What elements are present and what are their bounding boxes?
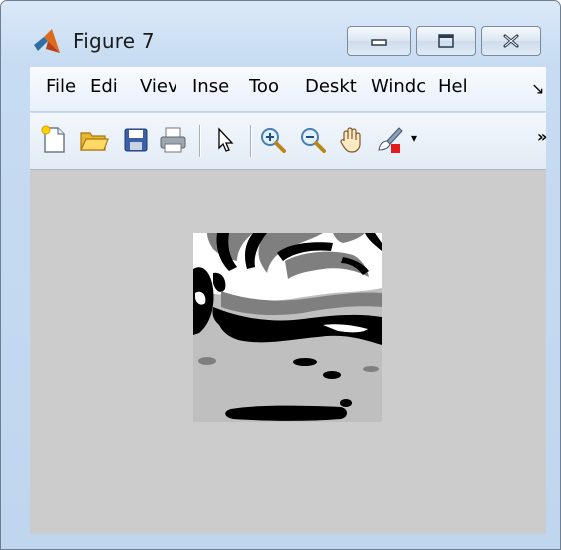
toolbar-separator <box>250 125 252 157</box>
close-icon <box>503 34 519 48</box>
maximize-icon <box>438 34 454 48</box>
menu-overflow-icon[interactable]: ↘ <box>531 79 544 98</box>
new-figure-icon[interactable] <box>39 125 69 155</box>
close-button[interactable] <box>481 26 541 56</box>
print-icon[interactable] <box>158 125 188 155</box>
open-file-icon[interactable] <box>79 125 109 155</box>
data-brushing-icon[interactable] <box>375 125 405 155</box>
toolbar-overflow-icon[interactable]: » <box>537 127 547 146</box>
pan-hand-icon[interactable] <box>336 125 366 155</box>
matlab-logo-icon <box>34 29 60 53</box>
window-title: Figure 7 <box>73 29 155 53</box>
menu-file[interactable]: File <box>46 76 76 97</box>
menu-insert[interactable]: Inse <box>192 76 233 97</box>
save-icon[interactable] <box>121 125 151 155</box>
figure-window: Figure 7 File Edi Viev Inse Too Deskt Wi… <box>0 0 561 550</box>
menu-bar: File Edi Viev Inse Too Deskt Windc Hel ↘ <box>30 67 546 112</box>
menu-help[interactable]: Hel <box>438 76 477 97</box>
menu-edit[interactable]: Edi <box>90 76 123 97</box>
zoom-in-icon[interactable] <box>258 125 288 155</box>
menu-tools[interactable]: Too <box>249 76 289 97</box>
menu-desktop[interactable]: Deskt <box>305 76 363 97</box>
toolbar-separator <box>199 125 201 157</box>
title-bar[interactable]: Figure 7 <box>1 1 560 61</box>
maximize-button[interactable] <box>416 26 476 56</box>
minimize-icon <box>371 39 387 46</box>
figure-toolbar: ▾ » <box>30 113 547 170</box>
zoom-out-icon[interactable] <box>298 125 328 155</box>
figure-canvas[interactable] <box>30 170 546 534</box>
image-plot[interactable] <box>193 233 382 422</box>
pointer-icon[interactable] <box>210 125 240 155</box>
menu-window[interactable]: Windc <box>371 76 430 97</box>
menu-view[interactable]: Viev <box>140 76 176 97</box>
brush-dropdown-icon[interactable]: ▾ <box>411 131 417 145</box>
minimize-button[interactable] <box>347 26 411 56</box>
